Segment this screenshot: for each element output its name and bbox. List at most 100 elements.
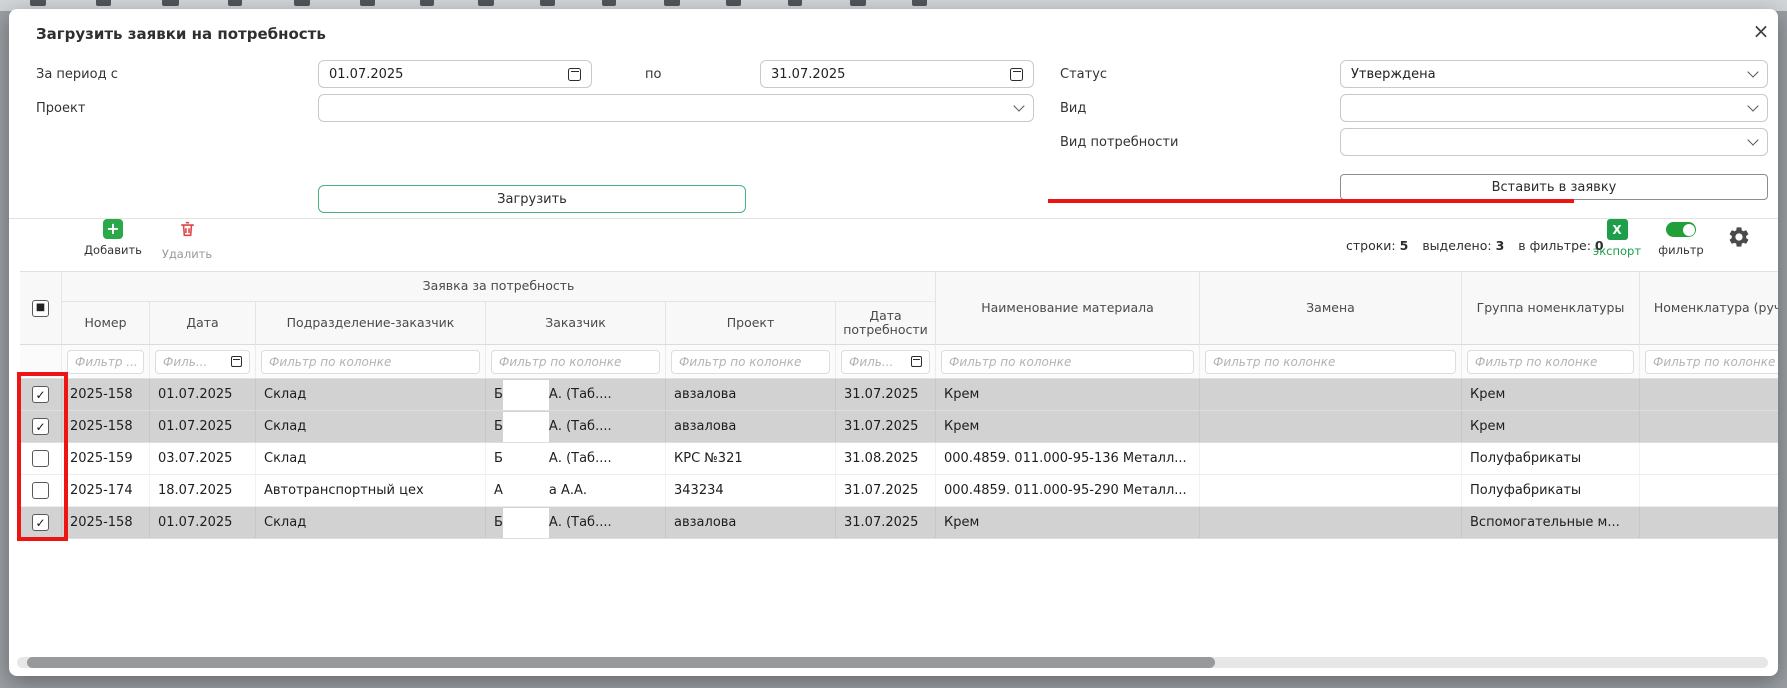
add-button[interactable]: + Добавить <box>81 219 145 257</box>
cell-date: 03.07.2025 <box>150 443 256 474</box>
table-row[interactable]: 2025-174 18.07.2025 Автотранспортный цех… <box>20 475 1778 507</box>
cell-material: 000.4859. 011.000-95-290 Металл... <box>936 475 1200 506</box>
cell-need-date: 31.07.2025 <box>836 379 936 410</box>
toolbar-icon[interactable] <box>228 0 242 6</box>
filter-customer-input[interactable] <box>499 355 652 369</box>
row-checkbox[interactable]: ✓ <box>32 418 49 435</box>
calendar-icon[interactable] <box>568 68 581 81</box>
col-header-project[interactable]: Проект <box>666 302 836 344</box>
status-label: Статус <box>1060 67 1107 82</box>
toolbar-icon[interactable] <box>360 0 375 6</box>
row-checkbox[interactable]: ✓ <box>32 386 49 403</box>
horizontal-scrollbar-track[interactable] <box>17 657 1768 668</box>
row-checkbox[interactable] <box>32 450 49 467</box>
select-all-checkbox[interactable]: ■ <box>32 300 49 317</box>
toolbar-icon[interactable] <box>850 0 866 6</box>
cell-number: 2025-158 <box>62 507 150 538</box>
toolbar-icon[interactable] <box>726 0 741 6</box>
toolbar-icon[interactable] <box>162 0 179 6</box>
date-to-field[interactable]: 31.07.2025 <box>760 60 1034 88</box>
cell-replacement <box>1200 443 1462 474</box>
calendar-icon[interactable] <box>1010 68 1023 81</box>
row-checkbox[interactable] <box>32 482 49 499</box>
close-icon[interactable]: × <box>1749 19 1773 43</box>
cell-department: Склад <box>256 411 486 442</box>
table-row[interactable]: ✓ 2025-158 01.07.2025 Склад БА. (Таб....… <box>20 411 1778 443</box>
filter-number-input[interactable] <box>75 355 136 369</box>
need-kind-label: Вид потребности <box>1060 135 1178 150</box>
toolbar-icon[interactable] <box>664 0 680 6</box>
group-header: Заявка за потребность <box>62 272 936 302</box>
row-checkbox[interactable]: ✓ <box>32 514 49 531</box>
toolbar-icon[interactable] <box>912 0 927 6</box>
cell-project: 343234 <box>666 475 836 506</box>
toggle-on-icon[interactable] <box>1666 222 1696 237</box>
filter-project-input[interactable] <box>679 355 822 369</box>
filter-toggle[interactable]: фильтр <box>1653 219 1709 257</box>
filter-replacement-input[interactable] <box>1213 355 1448 369</box>
table-row[interactable]: ✓ 2025-158 01.07.2025 Склад БА. (Таб....… <box>20 379 1778 411</box>
cell-nomenclature-group: Полуфабрикаты <box>1462 475 1640 506</box>
cell-customer: Аа А.А. <box>486 475 666 506</box>
filter-material-input[interactable] <box>949 355 1186 369</box>
export-button[interactable]: X экспорт <box>1589 219 1645 258</box>
col-header-number[interactable]: Номер <box>62 302 150 344</box>
toolbar-icon[interactable] <box>788 0 802 6</box>
col-header-material[interactable]: Наименование материала <box>936 272 1200 344</box>
need-kind-select[interactable] <box>1340 128 1768 156</box>
toolbar-icon[interactable] <box>294 0 310 6</box>
filter-row <box>20 345 1778 379</box>
kind-label: Вид <box>1060 101 1086 116</box>
selected-count: выделено: 3 <box>1422 238 1504 253</box>
col-header-nomenclature-group[interactable]: Группа номенклатуры <box>1462 272 1640 344</box>
cell-material: Крем <box>936 411 1200 442</box>
requests-table: ■ Заявка за потребность Номер Дата Подра… <box>20 271 1778 539</box>
kind-select[interactable] <box>1340 94 1768 122</box>
col-header-customer[interactable]: Заказчик <box>486 302 666 344</box>
filter-need-date-input[interactable] <box>849 355 907 369</box>
col-header-need-date[interactable]: Дата потребности <box>836 302 936 344</box>
toolbar-icon[interactable] <box>540 0 555 6</box>
cell-material: Крем <box>936 507 1200 538</box>
insert-button[interactable]: Вставить в заявку <box>1340 174 1768 200</box>
gear-icon <box>1727 225 1751 249</box>
filter-department-input[interactable] <box>269 355 472 369</box>
filter-nomenclature-group-input[interactable] <box>1475 355 1626 369</box>
calendar-icon[interactable] <box>231 356 242 367</box>
cell-nomenclature-manual <box>1640 411 1778 442</box>
cell-need-date: 31.07.2025 <box>836 475 936 506</box>
col-header-department[interactable]: Подразделение-заказчик <box>256 302 486 344</box>
cell-date: 01.07.2025 <box>150 507 256 538</box>
cell-customer: БА. (Таб.... <box>486 379 666 410</box>
toolbar-icon[interactable] <box>602 0 616 6</box>
table-row[interactable]: 2025-159 03.07.2025 Склад БА. (Таб.... К… <box>20 443 1778 475</box>
horizontal-scrollbar-thumb[interactable] <box>27 657 1215 668</box>
settings-button[interactable] <box>1727 225 1751 253</box>
cell-material: 000.4859. 011.000-95-136 Металл... <box>936 443 1200 474</box>
col-header-replacement[interactable]: Замена <box>1200 272 1462 344</box>
cell-department: Склад <box>256 379 486 410</box>
col-header-nomenclature-manual[interactable]: Номенклатура (руч. ввод) <box>1640 272 1778 344</box>
chevron-down-icon <box>1747 134 1758 145</box>
toolbar-divider <box>9 218 1778 219</box>
toolbar-icon[interactable] <box>420 0 434 6</box>
load-button[interactable]: Загрузить <box>318 185 746 213</box>
cell-customer: БА. (Таб.... <box>486 411 666 442</box>
filter-nomenclature-manual-input[interactable] <box>1653 355 1778 369</box>
calendar-icon[interactable] <box>911 356 922 367</box>
cell-customer: БА. (Таб.... <box>486 507 666 538</box>
status-select[interactable]: Утверждена <box>1340 60 1768 88</box>
delete-button[interactable]: Удалить <box>155 219 219 261</box>
table-row[interactable]: ✓ 2025-158 01.07.2025 Склад БА. (Таб....… <box>20 507 1778 539</box>
date-from-field[interactable]: 01.07.2025 <box>318 60 592 88</box>
add-label: Добавить <box>84 243 142 257</box>
cell-nomenclature-manual <box>1640 379 1778 410</box>
toolbar-icon[interactable] <box>478 0 494 6</box>
col-header-date[interactable]: Дата <box>150 302 256 344</box>
filter-date-input[interactable] <box>163 355 227 369</box>
toolbar-icon[interactable] <box>96 0 111 6</box>
cell-replacement <box>1200 507 1462 538</box>
cell-replacement <box>1200 475 1462 506</box>
project-select[interactable] <box>318 94 1034 122</box>
toolbar-icon[interactable] <box>30 0 46 6</box>
